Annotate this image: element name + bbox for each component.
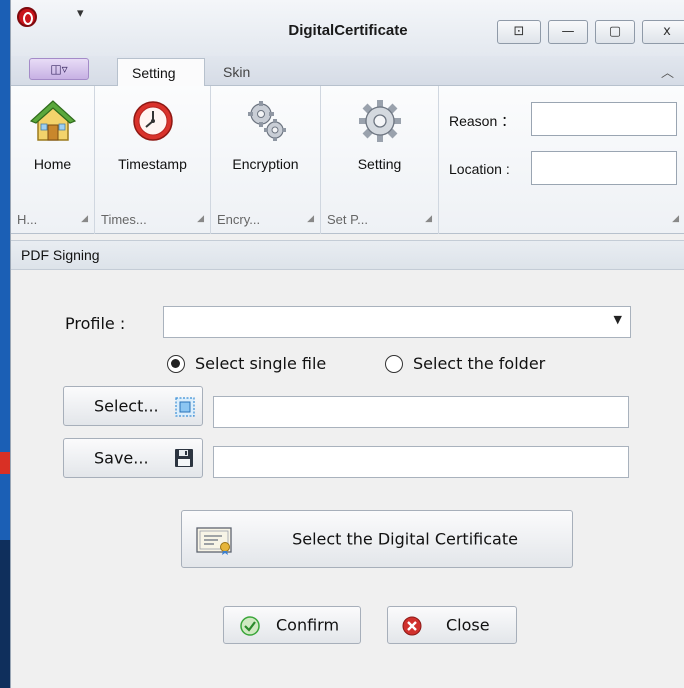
close-icon xyxy=(402,616,422,636)
radio-dot-selected[interactable] xyxy=(167,355,185,373)
reason-input[interactable] xyxy=(531,102,677,136)
radio-folder[interactable]: Select the folder xyxy=(385,352,605,378)
home-label: Home xyxy=(33,156,72,172)
select-certificate-button[interactable]: Select the Digital Certificate xyxy=(181,510,573,568)
location-label: Location : xyxy=(449,161,510,177)
ribbon-group-fields: Reason ： Location : ◢ xyxy=(439,86,684,234)
setting-button[interactable]: Setting xyxy=(321,94,438,186)
group-launcher-icon[interactable]: ◢ xyxy=(81,214,88,224)
encryption-label: Encryption xyxy=(232,156,299,172)
app-menu-button[interactable]: ◫▿ xyxy=(29,58,89,80)
radio-single-file[interactable]: Select single file xyxy=(167,352,367,378)
group-launcher-icon[interactable]: ◢ xyxy=(672,214,679,224)
app-window: ▾ DigitalCertificate ⊡ — ▢ x ◫▿ Setting … xyxy=(10,0,684,688)
save-path-input[interactable] xyxy=(213,446,629,478)
close-label: Close xyxy=(446,615,490,635)
save-button[interactable]: Save... xyxy=(63,438,203,478)
group-label-home: H... xyxy=(17,212,38,227)
group-launcher-icon[interactable]: ◢ xyxy=(425,214,432,224)
home-icon xyxy=(29,100,76,141)
ribbon-tabs: ◫▿ Setting Skin ︿ xyxy=(11,56,684,87)
gear-icon xyxy=(358,100,401,142)
encryption-button[interactable]: Encryption xyxy=(211,94,320,186)
group-label-encryption: Encry... xyxy=(217,212,261,227)
desktop-edge-red xyxy=(0,452,10,474)
select-file-button[interactable]: Select... xyxy=(63,386,203,426)
select-button-label: Select... xyxy=(94,396,159,416)
restore-button[interactable]: ⊡ xyxy=(497,20,541,44)
home-button[interactable]: Home xyxy=(11,94,94,186)
timestamp-label: Timestamp xyxy=(118,156,187,172)
certificate-button-label: Select the Digital Certificate xyxy=(292,529,518,549)
radio-dot-unselected[interactable] xyxy=(385,355,403,373)
clock-icon xyxy=(132,101,173,141)
ribbon-group-setting: Setting Set P... ◢ xyxy=(321,86,439,234)
quick-access-dropdown[interactable]: ▾ xyxy=(77,6,84,21)
radio-single-label: Select single file xyxy=(195,354,327,373)
minimize-button[interactable]: — xyxy=(548,20,588,44)
close-button[interactable]: Close xyxy=(387,606,517,644)
confirm-label: Confirm xyxy=(276,615,340,635)
profile-label: Profile : xyxy=(65,314,126,333)
location-input[interactable] xyxy=(531,151,677,185)
group-launcher-icon[interactable]: ◢ xyxy=(307,214,314,224)
confirm-button[interactable]: Confirm xyxy=(223,606,361,644)
select-path-input[interactable] xyxy=(213,396,629,428)
group-label-setting: Set P... xyxy=(327,212,368,227)
pdf-signing-panel: PDF Signing Profile : ▼ Select single fi… xyxy=(11,234,684,688)
select-area-icon xyxy=(175,397,195,417)
desktop-edge-dark xyxy=(0,540,10,688)
profile-select[interactable]: ▼ xyxy=(163,306,631,338)
group-launcher-icon[interactable]: ◢ xyxy=(197,214,204,224)
timestamp-button[interactable]: Timestamp xyxy=(95,94,210,186)
close-window-button[interactable]: x xyxy=(642,20,684,44)
tab-skin[interactable]: Skin xyxy=(209,58,264,87)
desktop-edge xyxy=(0,0,10,688)
group-label-timestamp: Times... xyxy=(101,212,147,227)
title-bar: ▾ DigitalCertificate ⊡ — ▢ x xyxy=(11,0,684,58)
ribbon-group-timestamp: Timestamp Times... ◢ xyxy=(95,86,211,234)
gears-icon xyxy=(247,101,286,141)
radio-folder-label: Select the folder xyxy=(413,354,546,373)
section-header: PDF Signing xyxy=(11,240,684,270)
maximize-button[interactable]: ▢ xyxy=(595,20,635,44)
save-button-label: Save... xyxy=(94,448,149,468)
chevron-down-icon[interactable]: ▼ xyxy=(614,313,622,326)
floppy-disk-icon xyxy=(175,449,193,467)
tab-setting[interactable]: Setting xyxy=(117,58,205,87)
reason-label: Reason ： xyxy=(449,113,516,129)
ribbon-group-home: Home H... ◢ xyxy=(11,86,95,234)
ribbon-group-encryption: Encryption Encry... ◢ xyxy=(211,86,321,234)
check-icon xyxy=(240,616,260,636)
ribbon: Home H... ◢ Timestamp Times... ◢ Encrypt… xyxy=(11,86,684,234)
setting-label: Setting xyxy=(357,156,402,172)
ribbon-collapse-icon[interactable]: ︿ xyxy=(661,62,674,81)
